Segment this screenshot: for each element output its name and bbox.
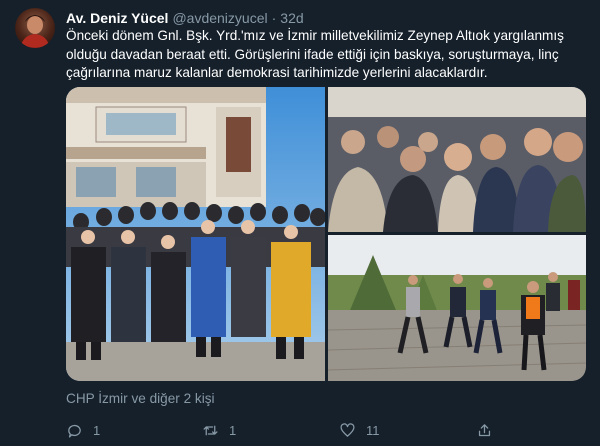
avatar[interactable] xyxy=(15,8,55,48)
retweet-button[interactable]: 1 xyxy=(202,420,236,440)
media-photo-walking[interactable] xyxy=(328,235,586,381)
retweet-icon xyxy=(202,422,219,439)
author-name[interactable]: Av. Deniz Yücel xyxy=(66,10,168,26)
tweet-header: Av. Deniz Yücel @avdenizyucel · 32d xyxy=(66,9,304,27)
media-photo-group[interactable] xyxy=(66,87,325,381)
author-handle[interactable]: @avdenizyucel xyxy=(172,10,267,26)
separator-dot: · xyxy=(271,10,277,26)
share-icon xyxy=(476,422,493,439)
media-photo-crowd[interactable] xyxy=(328,87,586,232)
reply-icon xyxy=(66,422,83,439)
share-button[interactable] xyxy=(476,420,493,440)
tweet-media xyxy=(66,87,586,381)
heart-icon xyxy=(339,422,356,439)
tweet-actions: 1 1 11 xyxy=(66,420,506,440)
tweet-text: Önceki dönem Gnl. Bşk. Yrd.'mız ve İzmir… xyxy=(66,28,564,80)
reply-button[interactable]: 1 xyxy=(66,420,100,440)
tweet-time[interactable]: 32d xyxy=(280,10,303,26)
tagged-users[interactable]: CHP İzmir ve diğer 2 kişi xyxy=(66,391,215,406)
reply-count: 1 xyxy=(93,422,101,438)
like-button[interactable]: 11 xyxy=(339,420,380,440)
retweet-count: 1 xyxy=(229,422,237,438)
like-count: 11 xyxy=(366,422,380,438)
tweet[interactable]: Av. Deniz Yücel @avdenizyucel · 32d Önce… xyxy=(0,0,600,446)
